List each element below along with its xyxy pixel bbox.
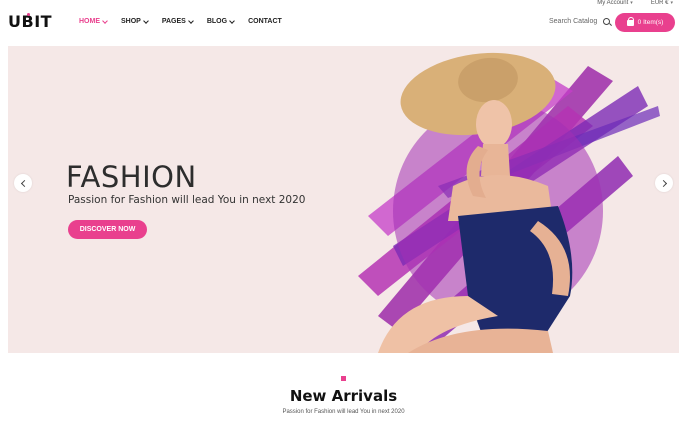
hero-model-image — [358, 52, 660, 353]
nav-item-home[interactable]: HOME — [79, 17, 108, 25]
nav-item-pages[interactable]: PAGES — [161, 17, 194, 25]
new-arrivals-title: New Arrivals — [289, 387, 398, 405]
search-icon[interactable] — [603, 18, 611, 25]
site-header: UBIT HOME SHOP PAGES BLOG CONTACT Search… — [0, 0, 687, 45]
chevron-down-icon — [229, 17, 235, 24]
site-logo[interactable]: UBIT — [8, 12, 52, 31]
hero-slider: FASHION Passion for Fashion will lead Yo… — [8, 46, 679, 353]
main-nav: HOME SHOP PAGES BLOG CONTACT — [79, 17, 282, 25]
hero-subtitle: Passion for Fashion will lead You in nex… — [68, 194, 306, 206]
nav-item-blog[interactable]: BLOG — [206, 17, 235, 25]
slider-next-button[interactable] — [655, 174, 673, 192]
search-catalog[interactable]: Search Catalog — [549, 18, 611, 25]
cart-button[interactable]: 0 Item(s) — [615, 13, 675, 32]
shopping-bag-icon — [626, 16, 635, 26]
discover-now-button[interactable]: DISCOVER NOW — [68, 220, 147, 239]
chevron-left-icon — [20, 179, 28, 187]
nav-home-label: HOME — [79, 18, 100, 25]
search-label: Search Catalog — [549, 18, 598, 25]
logo-text: UBIT — [8, 12, 53, 31]
nav-contact-label: CONTACT — [248, 18, 282, 25]
nav-blog-label: BLOG — [206, 18, 228, 25]
section-accent-square — [341, 376, 346, 381]
chevron-down-icon — [102, 17, 108, 24]
new-arrivals-subtitle: Passion for Fashion will lead You in nex… — [282, 409, 405, 415]
chevron-down-icon — [188, 17, 194, 24]
nav-pages-label: PAGES — [161, 18, 186, 25]
nav-item-shop[interactable]: SHOP — [121, 17, 149, 25]
slider-prev-button[interactable] — [14, 174, 32, 192]
cart-count-label: 0 Item(s) — [637, 19, 664, 26]
nav-shop-label: SHOP — [121, 18, 141, 25]
logo-dot — [27, 13, 30, 16]
nav-item-contact[interactable]: CONTACT — [248, 18, 282, 25]
chevron-right-icon — [659, 179, 667, 187]
chevron-down-icon — [143, 17, 149, 24]
hero-title: FASHION — [66, 160, 197, 194]
